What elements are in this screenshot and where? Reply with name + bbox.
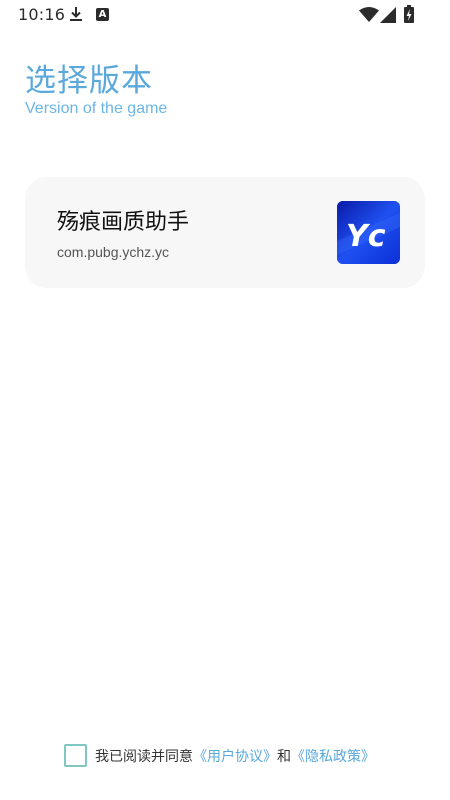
download-icon xyxy=(70,7,82,21)
status-time: 10:16 xyxy=(18,5,66,24)
version-card[interactable]: 殇痕画质助手 com.pubg.ychz.yc Yc xyxy=(25,177,425,288)
signal-icon xyxy=(380,7,396,23)
battery-charging-icon xyxy=(404,5,414,23)
agreement-prefix: 我已阅读并同意 xyxy=(95,749,193,765)
app-logo-icon: Yc xyxy=(337,201,400,264)
page-subtitle: Version of the game xyxy=(25,100,168,117)
wifi-icon xyxy=(359,7,379,22)
agree-checkbox[interactable] xyxy=(64,744,87,767)
version-select-screen: 10:16 A 选择版本 Version of the game 殇痕画质助手 … xyxy=(0,0,450,800)
app-logo-text: Yc xyxy=(346,219,386,254)
page-title: 选择版本 xyxy=(25,63,153,99)
agreement-conjunction: 和 xyxy=(277,749,291,765)
app-name: 殇痕画质助手 xyxy=(57,210,190,235)
status-bar: 10:16 A xyxy=(0,0,450,30)
app-logo-yc-icon: Yc xyxy=(337,201,400,264)
privacy-policy-link[interactable]: 《隐私政策》 xyxy=(291,749,375,765)
agreement-row: 我已阅读并同意《用户协议》和《隐私政策》 xyxy=(64,743,404,767)
app-package-name: com.pubg.ychz.yc xyxy=(57,244,170,260)
agreement-text: 我已阅读并同意《用户协议》和《隐私政策》 xyxy=(95,746,375,766)
a-icon: A xyxy=(96,8,109,21)
user-agreement-link[interactable]: 《用户协议》 xyxy=(193,749,277,765)
